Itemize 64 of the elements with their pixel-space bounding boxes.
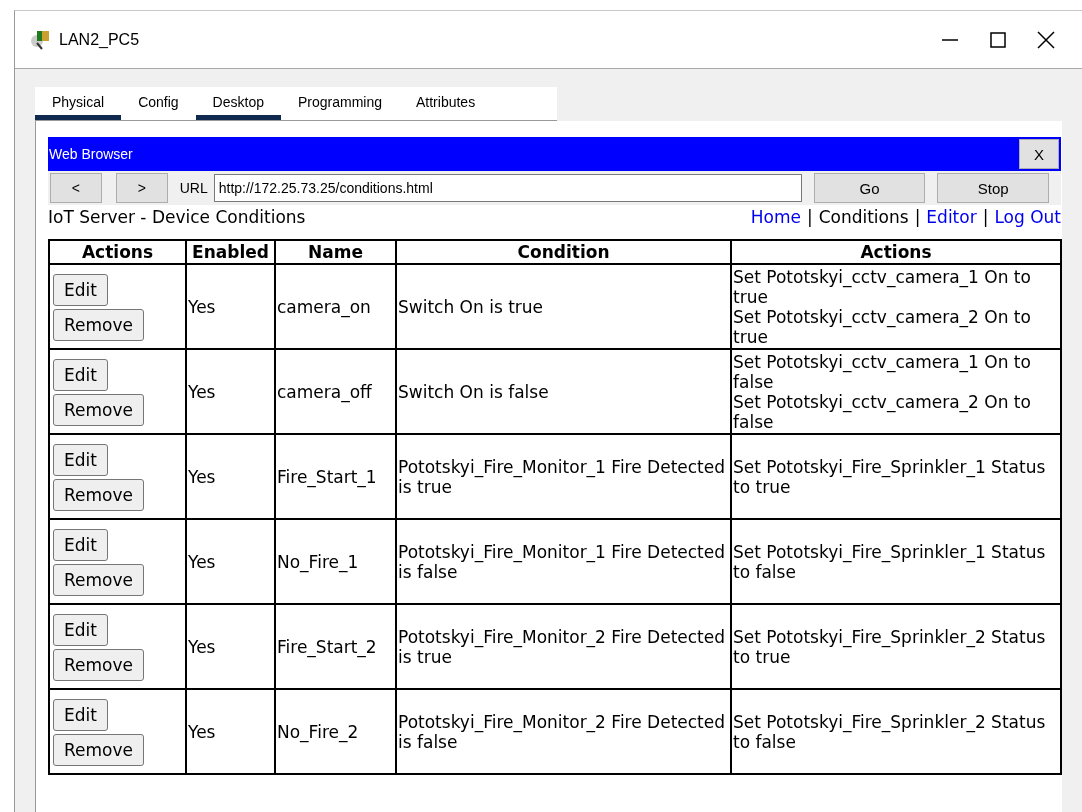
back-button[interactable]: < [50,173,102,203]
stop-button[interactable]: Stop [937,173,1049,203]
remove-button[interactable]: Remove [53,479,144,511]
nav-link[interactable]: Home [750,207,801,227]
table-cell: Pototskyi_Fire_Monitor_1 Fire Detected is false [396,519,731,604]
column-header: Name [275,240,396,264]
action-text: Set Pototskyi_Fire_Sprinkler_1 Status to true [733,456,1047,497]
column-header: Actions [49,240,186,264]
column-header: Actions [731,240,1061,264]
page-heading: IoT Server - Device Conditions [48,207,306,227]
table-cell: Yes [186,434,275,519]
url-field[interactable]: http://172.25.73.25/conditions.html [213,174,802,202]
separator: | [806,207,813,227]
nav-link[interactable]: Log Out [994,207,1061,227]
window-title: LAN2_PC5 [59,30,141,49]
url-label: URL [179,180,208,196]
app-icon [29,28,51,51]
table-cell: No_Fire_2 [275,689,396,774]
close-button[interactable]: X [1019,139,1059,169]
action-text: Set Pototskyi_Fire_Sprinkler_2 Status to true [733,626,1047,667]
tab[interactable]: Programming [280,87,399,120]
remove-button[interactable]: Remove [53,649,144,681]
remove-button[interactable]: Remove [53,734,144,766]
table-cell: Switch On is false [396,349,731,434]
tab[interactable]: Attributes [399,87,493,120]
table-cell: camera_on [275,264,396,349]
go-button[interactable]: Go [813,173,926,203]
action-text: Set Pototskyi_cctv_camera_1 On to true [733,266,1032,307]
action-text: Set Pototskyi_cctv_camera_2 On to false [733,391,1032,432]
action-text: Set Pototskyi_Fire_Sprinkler_1 Status to false [733,541,1047,582]
table-cell: Switch On is true [396,264,731,349]
action-text: Set Pototskyi_cctv_camera_1 On to false [733,351,1032,392]
remove-button[interactable]: Remove [53,309,144,341]
table-cell: Pototskyi_Fire_Monitor_2 Fire Detected is false [396,689,731,774]
table-cell: Yes [186,519,275,604]
tab[interactable]: Config [121,87,196,120]
edit-button[interactable]: Edit [53,614,108,646]
table-cell: Yes [186,264,275,349]
nav-link[interactable]: Editor [926,207,977,227]
table-cell: Yes [186,604,275,689]
browser-title: Web Browser [48,146,133,162]
edit-button[interactable]: Edit [53,444,108,476]
edit-button[interactable]: Edit [53,274,108,306]
remove-button[interactable]: Remove [53,564,144,596]
action-text: Set Pototskyi_Fire_Sprinkler_2 Status to false [733,711,1047,752]
remove-button[interactable]: Remove [53,394,144,426]
table-cell: Yes [186,689,275,774]
edit-button[interactable]: Edit [53,359,108,391]
separator: | [914,207,921,227]
table-cell: camera_off [275,349,396,434]
table-cell: Yes [186,349,275,434]
table-cell: Fire_Start_1 [275,434,396,519]
table-cell: Fire_Start_2 [275,604,396,689]
table-cell: Pototskyi_Fire_Monitor_1 Fire Detected is true [396,434,731,519]
column-header: Condition [396,240,731,264]
edit-button[interactable]: Edit [53,529,108,561]
column-header: Enabled [186,240,275,264]
separator: | [982,207,989,227]
nav-link[interactable]: Conditions [818,207,909,227]
edit-button[interactable]: Edit [53,699,108,731]
action-text: Set Pototskyi_cctv_camera_2 On to true [733,306,1032,347]
forward-button[interactable]: > [115,173,168,203]
table-cell: Pototskyi_Fire_Monitor_2 Fire Detected is true [396,604,731,689]
table-cell: No_Fire_1 [275,519,396,604]
